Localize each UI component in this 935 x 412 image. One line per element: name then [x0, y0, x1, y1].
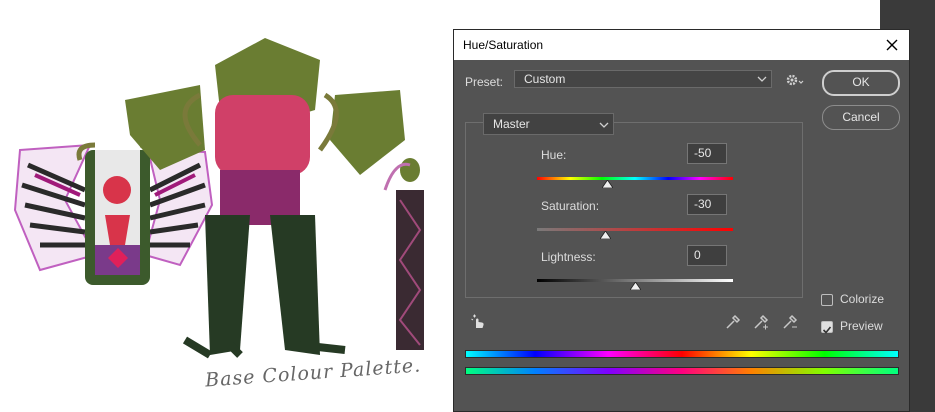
adjustment-group [465, 122, 803, 298]
chevron-down-icon [599, 122, 609, 128]
chevron-down-icon [757, 76, 767, 82]
saturation-slider-thumb[interactable] [600, 231, 612, 239]
checkmark-icon [822, 326, 832, 334]
preset-value: Custom [524, 72, 566, 86]
preview-checkbox[interactable] [821, 321, 833, 334]
close-icon[interactable] [881, 34, 903, 56]
saturation-input[interactable]: -30 [687, 194, 727, 215]
hue-saturation-dialog: Hue/Saturation Preset: Custom OK Cancel … [453, 29, 910, 412]
dialog-titlebar[interactable]: Hue/Saturation [454, 30, 909, 60]
hue-label: Hue: [541, 148, 567, 162]
eyedropper-plus-icon[interactable] [752, 313, 770, 331]
eyedropper-minus-icon[interactable] [781, 313, 799, 331]
hue-slider-thumb[interactable] [602, 180, 614, 188]
hue-input[interactable]: -50 [687, 143, 727, 164]
channel-value: Master [493, 117, 530, 131]
input-spectrum-bar [465, 350, 899, 358]
lightness-label: Lightness: [541, 250, 596, 264]
channel-dropdown[interactable]: Master [483, 113, 614, 135]
hand-targeted-adjustment-icon[interactable] [470, 313, 488, 331]
mask-creature [13, 142, 214, 285]
preset-label: Preset: [465, 75, 504, 89]
saturation-label: Saturation: [541, 199, 600, 213]
ok-button[interactable]: OK [822, 70, 900, 96]
dialog-title: Hue/Saturation [463, 38, 544, 52]
lightness-input[interactable]: 0 [687, 245, 727, 266]
lightness-slider-thumb[interactable] [629, 282, 641, 290]
preset-dropdown[interactable]: Custom [514, 70, 772, 88]
gear-icon[interactable] [785, 72, 805, 88]
club-weapon [383, 158, 424, 350]
saturation-track[interactable] [537, 228, 733, 231]
output-spectrum-bar [465, 367, 899, 375]
colorize-label: Colorize [840, 292, 885, 306]
hue-track[interactable] [537, 177, 733, 180]
preview-label: Preview [840, 319, 883, 333]
canvas-artwork [13, 38, 424, 359]
cancel-button[interactable]: Cancel [822, 105, 900, 130]
colorize-checkbox[interactable] [821, 294, 833, 306]
eyedropper-icon[interactable] [724, 313, 742, 331]
